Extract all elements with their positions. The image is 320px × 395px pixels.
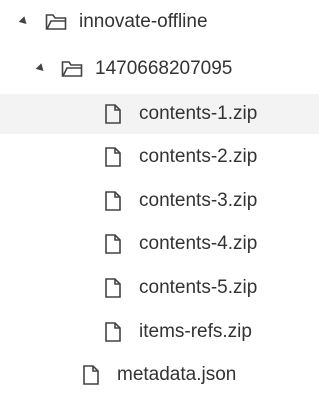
tree-item-items-refs-zip[interactable]: items-refs.zip	[0, 312, 319, 352]
tree-item-label: contents-1.zip	[139, 103, 258, 124]
tree-item-label: contents-5.zip	[139, 277, 258, 298]
tree-item-label: contents-2.zip	[139, 146, 258, 167]
tree-item-label: contents-4.zip	[139, 233, 258, 254]
file-icon	[105, 322, 121, 342]
folder-open-icon	[61, 60, 83, 78]
tree-item-folder-1470668207095[interactable]: 1470668207095	[0, 49, 319, 89]
file-icon	[105, 278, 121, 298]
tree-item-contents-3-zip[interactable]: contents-3.zip	[0, 181, 319, 221]
folder-open-icon	[45, 13, 67, 31]
file-tree: innovate-offline 1470668207095 contents-…	[0, 0, 319, 394]
tree-item-label: contents-3.zip	[139, 190, 258, 211]
tree-item-contents-5-zip[interactable]: contents-5.zip	[0, 268, 319, 308]
tree-item-metadata-json[interactable]: metadata.json	[0, 355, 319, 395]
file-icon	[105, 104, 121, 124]
file-icon	[105, 147, 121, 167]
tree-item-label: metadata.json	[117, 364, 237, 385]
expanded-arrow-icon[interactable]	[35, 63, 47, 74]
file-icon	[83, 365, 99, 385]
tree-item-label: innovate-offline	[79, 11, 208, 32]
tree-item-innovate-offline[interactable]: innovate-offline	[0, 2, 319, 42]
tree-item-label: 1470668207095	[95, 58, 233, 79]
tree-item-label: items-refs.zip	[139, 321, 252, 342]
tree-item-contents-1-zip[interactable]: contents-1.zip	[0, 94, 319, 134]
tree-item-contents-4-zip[interactable]: contents-4.zip	[0, 224, 319, 264]
tree-item-contents-2-zip[interactable]: contents-2.zip	[0, 137, 319, 177]
file-icon	[105, 191, 121, 211]
file-icon	[105, 234, 121, 254]
expanded-arrow-icon[interactable]	[18, 16, 30, 27]
